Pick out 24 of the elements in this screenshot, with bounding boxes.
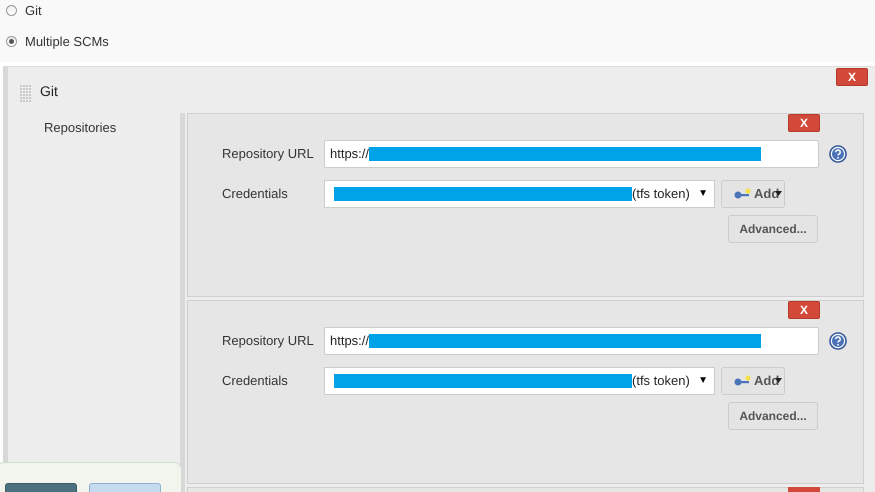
section-title: Git: [40, 83, 58, 99]
drag-handle-icon[interactable]: [20, 85, 32, 103]
url-field[interactable]: https://: [324, 140, 819, 168]
radio-label: Git: [25, 3, 42, 18]
delete-button[interactable]: X: [836, 68, 868, 86]
radio-button[interactable]: [6, 5, 17, 16]
key-icon: [734, 188, 752, 200]
credentials-dropdown[interactable]: (tfs token) ▼: [324, 366, 715, 394]
field-label: Repository URL: [222, 333, 315, 348]
field-label: Repository URL: [222, 146, 315, 161]
radio-button[interactable]: [6, 36, 17, 47]
field-label: Repositories: [44, 120, 116, 135]
advanced-button[interactable]: Advanced...: [728, 215, 818, 243]
field-label: Credentials: [222, 373, 289, 388]
key-icon: [734, 374, 752, 386]
delete-button[interactable]: X: [788, 114, 820, 132]
credentials-dropdown[interactable]: (tfs token) ▼: [324, 180, 715, 208]
advanced-button[interactable]: Advanced...: [728, 402, 818, 430]
help-icon[interactable]: [829, 332, 847, 350]
url-field[interactable]: https://: [324, 326, 819, 354]
field-label: Credentials: [222, 186, 289, 201]
radio-label: Multiple SCMs: [25, 34, 109, 49]
delete-button[interactable]: X: [788, 301, 820, 319]
help-icon[interactable]: [829, 144, 847, 162]
